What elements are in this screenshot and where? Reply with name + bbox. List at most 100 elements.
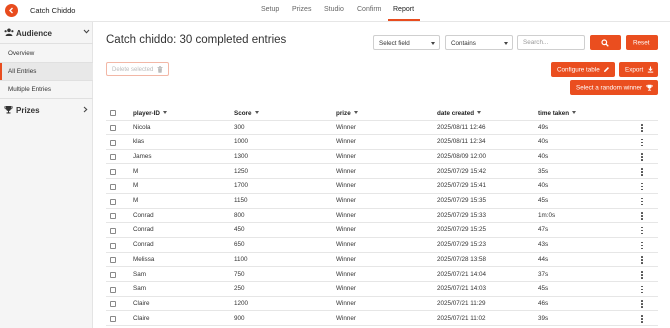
column-header-label: time taken [538, 110, 570, 117]
table-cell: Conrad [133, 226, 154, 234]
column-header-player-id[interactable]: player-ID [133, 110, 167, 117]
trophy-icon [646, 84, 653, 91]
tab-prizes[interactable]: Prizes [292, 6, 311, 13]
kebab-icon[interactable] [640, 271, 643, 279]
kebab-icon[interactable] [640, 241, 643, 250]
row-checkbox[interactable] [110, 183, 116, 190]
logo-icon[interactable] [5, 4, 18, 17]
caret-down-icon [504, 42, 508, 45]
table-cell: 2025/07/28 13:58 [437, 255, 487, 263]
table-cell: Winner [336, 152, 356, 160]
table-cell: 2025/07/21 11:29 [437, 299, 486, 307]
search-icon [601, 38, 609, 47]
kebab-icon[interactable] [640, 138, 643, 147]
row-checkbox[interactable] [110, 154, 116, 161]
sidebar-section-prizes[interactable]: Prizes [0, 100, 93, 120]
row-checkbox[interactable] [110, 286, 116, 293]
operator-select[interactable]: Contains [445, 35, 513, 50]
table-cell: Conrad [133, 241, 154, 249]
field-select[interactable]: Select field [373, 35, 440, 50]
kebab-icon[interactable] [640, 212, 643, 220]
kebab-icon[interactable] [640, 315, 643, 323]
row-checkbox[interactable] [110, 257, 116, 264]
sidebar-item-overview[interactable]: Overview [0, 45, 93, 62]
reset-button-label: Reset [633, 39, 650, 46]
column-header-score[interactable]: Score [234, 110, 259, 117]
table-cell: 750 [234, 270, 245, 278]
row-checkbox[interactable] [110, 272, 116, 278]
search-button[interactable] [590, 35, 621, 50]
column-header-label: player-ID [133, 110, 160, 117]
table-cell: 40s [538, 138, 549, 146]
select-all-checkbox[interactable] [110, 110, 116, 116]
chevron-down-icon [83, 29, 90, 34]
table-cell: Winner [336, 197, 356, 204]
kebab-icon[interactable] [640, 256, 643, 264]
row-divider [106, 295, 658, 297]
row-checkbox[interactable] [110, 301, 116, 308]
kebab-icon[interactable] [640, 168, 643, 176]
kebab-icon[interactable] [640, 182, 643, 191]
pencil-icon [604, 67, 609, 72]
kebab-icon[interactable] [640, 153, 643, 161]
column-header-time-taken[interactable]: time taken [538, 110, 577, 117]
table-cell: Claire [133, 299, 150, 307]
row-checkbox[interactable] [110, 169, 116, 176]
random-winner-button[interactable]: Select a random winner [570, 80, 658, 95]
export-label: Export [625, 66, 644, 73]
table-cell: 2025/07/29 15:41 [437, 182, 487, 190]
table-cell: Winner [336, 255, 356, 263]
table-cell: 2025/07/29 15:35 [437, 197, 487, 204]
table-cell: 450 [234, 226, 245, 234]
sidebar-item-label: Multiple Entries [8, 86, 52, 93]
kebab-icon[interactable] [640, 285, 643, 294]
row-divider [106, 281, 658, 282]
delete-selected-button[interactable]: Delete selected [106, 62, 169, 76]
kebab-icon[interactable] [640, 197, 643, 206]
column-header-prize[interactable]: prize [336, 110, 358, 117]
row-checkbox[interactable] [110, 227, 116, 234]
row-checkbox[interactable] [110, 198, 116, 205]
column-header-label: Score [234, 110, 252, 117]
row-checkbox[interactable] [110, 316, 116, 323]
row-checkbox[interactable] [110, 213, 116, 220]
table-cell: 2025/07/21 14:03 [437, 285, 487, 293]
row-checkbox[interactable] [110, 242, 116, 249]
operator-select-value: Contains [451, 39, 476, 47]
table-cell: Winner [336, 167, 356, 175]
audience-icon [4, 28, 14, 36]
table-cell: Winner [336, 123, 356, 131]
kebab-icon[interactable] [640, 300, 643, 308]
tab-confirm[interactable]: Confirm [357, 6, 382, 13]
sort-icon [572, 111, 577, 114]
sidebar-audience-label: Audience [16, 29, 53, 38]
tab-setup[interactable]: Setup [261, 6, 279, 13]
configure-table-button[interactable]: Configure table [551, 62, 615, 77]
configure-table-label: Configure table [557, 66, 600, 73]
table-cell: 2025/08/11 12:34 [437, 138, 486, 146]
kebab-icon[interactable] [640, 124, 643, 132]
search-input[interactable] [517, 35, 585, 50]
export-button[interactable]: Export [619, 62, 658, 77]
tab-studio[interactable]: Studio [324, 6, 344, 13]
table-divider [106, 120, 658, 121]
random-winner-label: Select a random winner [576, 84, 643, 91]
sidebar-section-audience[interactable]: Audience [0, 23, 93, 43]
table-cell: 300 [234, 123, 245, 131]
tab-report[interactable]: Report [393, 6, 414, 13]
table-cell: 2025/07/29 15:25 [437, 226, 487, 234]
row-divider [106, 178, 658, 180]
row-checkbox[interactable] [110, 125, 116, 131]
table-cell: M [133, 197, 139, 204]
sort-icon [162, 111, 167, 114]
reset-button[interactable]: Reset [626, 35, 658, 50]
kebab-icon[interactable] [640, 226, 643, 235]
column-header-date-created[interactable]: date created [437, 110, 482, 117]
table-cell: 250 [234, 285, 245, 293]
row-checkbox[interactable] [110, 139, 116, 146]
sidebar-item-all-entries[interactable]: All Entries [0, 63, 93, 80]
table-cell: Sam [133, 270, 146, 278]
table-cell: 2025/07/29 15:33 [437, 211, 487, 219]
table-cell: 37s [538, 270, 549, 278]
sidebar-item-multiple-entries[interactable]: Multiple Entries [0, 81, 93, 98]
